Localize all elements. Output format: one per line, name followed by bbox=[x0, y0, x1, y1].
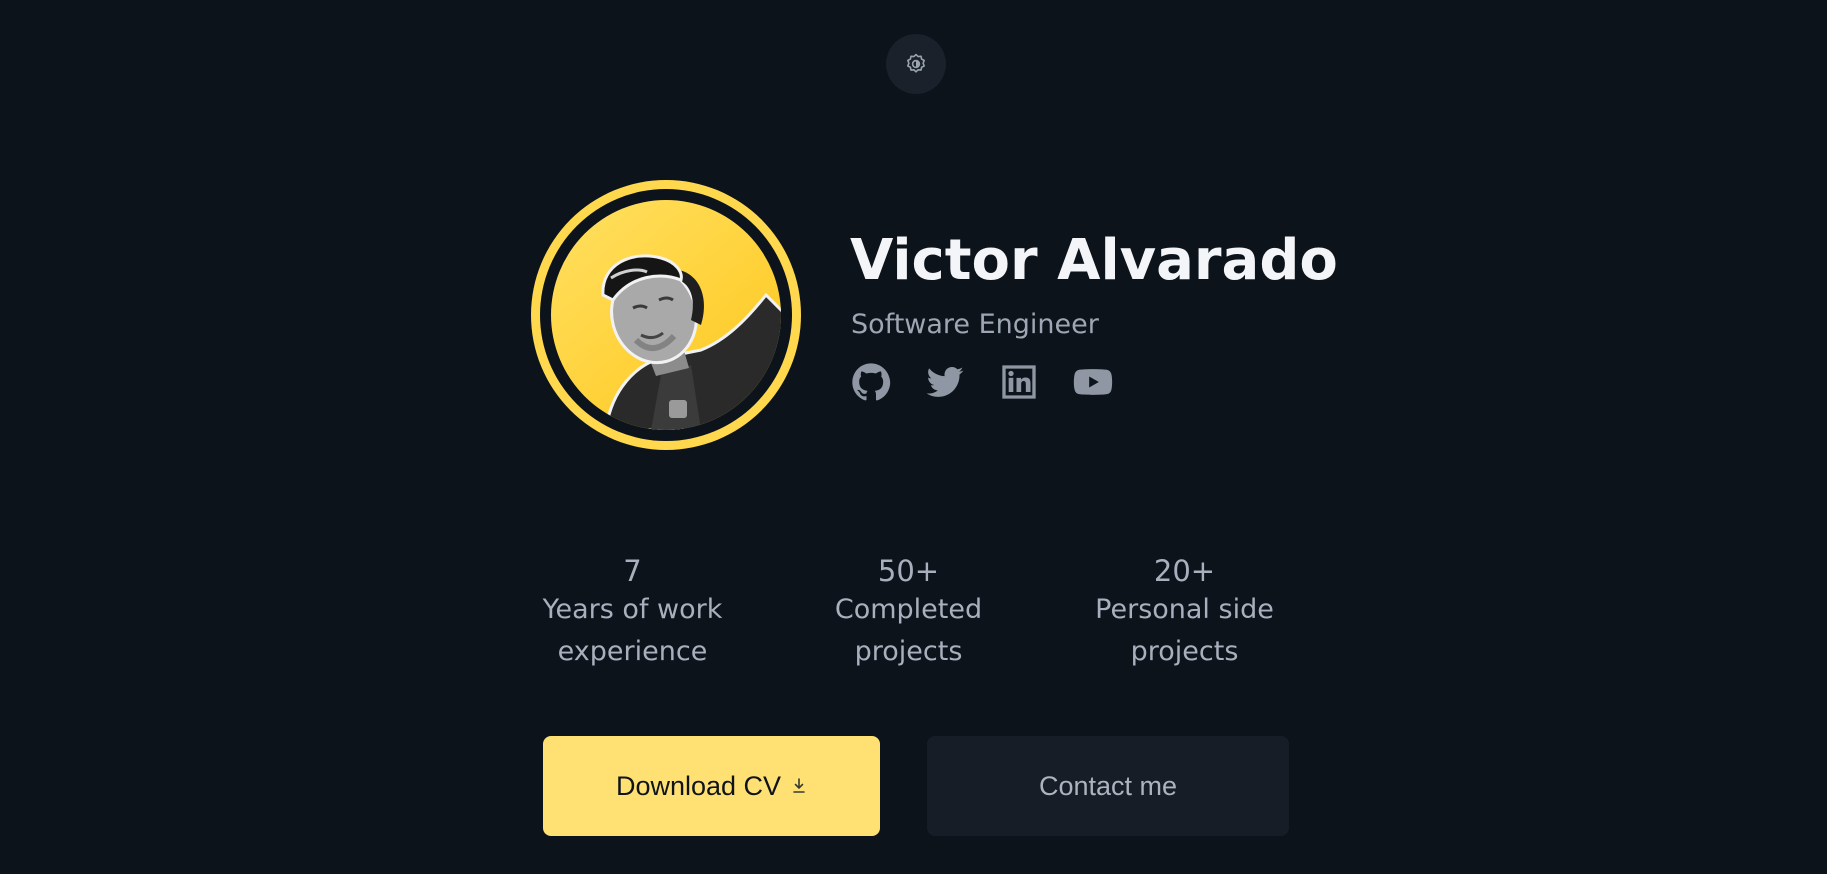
profile-role: Software Engineer bbox=[851, 309, 1099, 340]
stat-experience: 7 Years of work experience bbox=[520, 553, 745, 673]
profile-photo bbox=[551, 200, 781, 430]
linkedin-icon bbox=[1002, 365, 1036, 399]
twitter-icon bbox=[926, 367, 964, 397]
stat-label: Personal side projects bbox=[1095, 594, 1274, 667]
gear-icon bbox=[907, 53, 925, 73]
github-link[interactable] bbox=[851, 362, 891, 402]
github-icon bbox=[852, 363, 891, 401]
download-cv-button[interactable]: Download CV bbox=[543, 736, 880, 836]
download-cv-label: Download CV bbox=[615, 770, 782, 801]
stat-label: Years of work experience bbox=[542, 594, 723, 667]
stats-row: 7 Years of work experience 50+ Completed… bbox=[520, 553, 1297, 673]
stat-completed-projects: 50+ Completed projects bbox=[796, 553, 1021, 673]
theme-toggle-button[interactable] bbox=[886, 34, 946, 94]
stat-value: 20+ bbox=[1153, 554, 1216, 588]
linkedin-link[interactable] bbox=[999, 362, 1039, 402]
stat-side-projects: 20+ Personal side projects bbox=[1072, 553, 1297, 673]
youtube-link[interactable] bbox=[1073, 362, 1113, 402]
twitter-link[interactable] bbox=[925, 362, 965, 402]
profile-name: Victor Alvarado bbox=[850, 228, 1338, 293]
download-icon bbox=[793, 778, 805, 793]
stat-value: 50+ bbox=[877, 554, 940, 588]
stat-value: 7 bbox=[623, 554, 642, 588]
portfolio-hero: Victor Alvarado Software Engineer 7 Year… bbox=[0, 0, 1827, 874]
avatar bbox=[531, 180, 801, 450]
stat-label: Completed projects bbox=[834, 594, 983, 667]
person-silhouette-icon bbox=[601, 254, 781, 430]
contact-me-button[interactable]: Contact me bbox=[927, 736, 1289, 836]
youtube-icon bbox=[1073, 369, 1113, 395]
contact-me-label: Contact me bbox=[1038, 770, 1178, 801]
social-links bbox=[851, 362, 1113, 402]
